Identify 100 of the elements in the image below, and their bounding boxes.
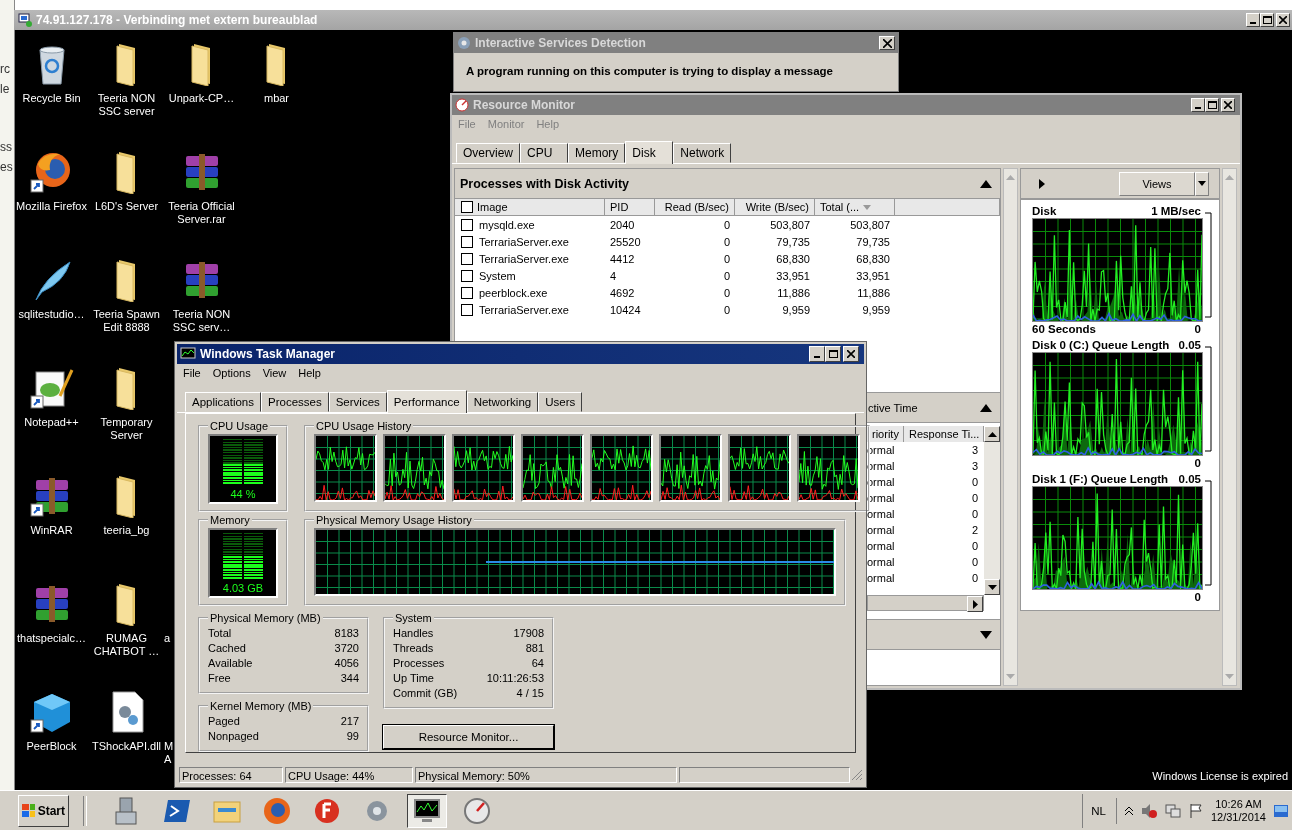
scrollbar[interactable] bbox=[1222, 168, 1237, 686]
stat-label: Nonpaged bbox=[208, 729, 259, 744]
column-header[interactable]: PID bbox=[605, 199, 655, 215]
monitor-icon bbox=[180, 347, 196, 361]
tab[interactable]: Users bbox=[538, 392, 583, 412]
stat-value: 881 bbox=[525, 641, 544, 656]
stat-label: Up Time bbox=[393, 671, 434, 686]
tab[interactable]: Overview bbox=[456, 143, 520, 163]
checkbox[interactable] bbox=[461, 269, 473, 282]
tab[interactable]: Services bbox=[328, 392, 387, 412]
table-cell: 0 bbox=[723, 286, 730, 299]
play-icon[interactable] bbox=[1039, 178, 1045, 189]
scroll-down-button[interactable] bbox=[984, 579, 1000, 595]
tab[interactable]: Processes bbox=[261, 392, 329, 412]
tab[interactable]: Memory bbox=[568, 143, 626, 163]
maximize-button[interactable] bbox=[1260, 13, 1274, 27]
icon-label: Mozilla Firefox bbox=[16, 200, 87, 213]
table-cell: 0 bbox=[971, 476, 978, 488]
column-header[interactable]: Write (B/sec) bbox=[735, 199, 815, 215]
icon-label: Teeria NON SSC serv… bbox=[171, 308, 232, 334]
scrollbar[interactable] bbox=[984, 442, 1000, 595]
resize-grip-icon[interactable] bbox=[852, 770, 862, 780]
dropdown-button[interactable] bbox=[1195, 171, 1209, 196]
tab[interactable]: Disk bbox=[625, 141, 674, 164]
flag-icon[interactable] bbox=[1188, 802, 1203, 819]
table-cell: 503,807 bbox=[770, 218, 810, 231]
window-title: Windows Task Manager bbox=[200, 347, 336, 361]
menu-item[interactable]: File bbox=[183, 367, 201, 383]
menu-item[interactable]: View bbox=[262, 367, 287, 383]
group-title: Memory bbox=[209, 514, 251, 526]
column-header[interactable]: Image bbox=[455, 199, 605, 215]
window-title: Interactive Services Detection bbox=[475, 36, 646, 50]
tab[interactable]: Applications bbox=[185, 392, 261, 412]
close-button[interactable] bbox=[1276, 13, 1290, 27]
group-title: Physical Memory Usage History bbox=[315, 514, 473, 526]
views-button[interactable]: Views bbox=[1119, 171, 1195, 196]
scroll-up-button[interactable] bbox=[984, 426, 1000, 442]
table-cell: 11,886 bbox=[777, 286, 810, 299]
table-cell: peerblock.exe bbox=[479, 286, 548, 299]
scrollbar[interactable] bbox=[1003, 168, 1018, 686]
start-button[interactable]: Start bbox=[18, 794, 69, 827]
stat-label: Total bbox=[208, 626, 232, 641]
window-text-fragment: es bbox=[0, 160, 13, 174]
icon-label: PeerBlock bbox=[26, 740, 77, 753]
tab[interactable]: CPU bbox=[520, 143, 568, 163]
stat-value: 8183 bbox=[334, 626, 359, 641]
resource-monitor-button[interactable]: Resource Monitor... bbox=[383, 725, 554, 749]
checkbox[interactable] bbox=[461, 252, 473, 265]
column-header[interactable]: Read (B/sec) bbox=[655, 199, 735, 215]
close-button[interactable] bbox=[843, 346, 859, 362]
group-title: CPU Usage bbox=[209, 420, 270, 432]
maximize-button[interactable] bbox=[825, 346, 841, 362]
arrow-right-icon bbox=[972, 599, 978, 609]
scroll-right-button[interactable] bbox=[967, 596, 983, 612]
group-title: Kernel Memory (MB) bbox=[209, 700, 313, 712]
network-icon[interactable] bbox=[1164, 802, 1181, 819]
clock-date: 12/31/2014 bbox=[1210, 810, 1266, 824]
menu-item[interactable]: Help bbox=[298, 367, 321, 383]
usage-line bbox=[384, 451, 445, 490]
windows-logo-icon bbox=[22, 803, 35, 818]
checkbox[interactable] bbox=[461, 235, 473, 248]
chevron-up-icon[interactable] bbox=[1124, 805, 1133, 816]
icon-label: Recycle Bin bbox=[22, 92, 81, 105]
checkbox[interactable] bbox=[461, 201, 473, 213]
collapse-icon[interactable] bbox=[980, 179, 992, 188]
stat-label: Cached bbox=[208, 641, 246, 656]
table-cell: ormal bbox=[867, 572, 895, 584]
section-header[interactable]: ctive Time bbox=[867, 392, 1000, 423]
show-desktop-icon[interactable] bbox=[1274, 804, 1288, 817]
checkbox[interactable] bbox=[461, 303, 473, 316]
minimize-button[interactable] bbox=[809, 346, 825, 362]
speaker-muted-icon[interactable] bbox=[1140, 802, 1157, 819]
tab[interactable]: Network bbox=[673, 143, 732, 163]
tab[interactable]: Networking bbox=[466, 392, 539, 412]
minimize-button[interactable] bbox=[1246, 13, 1260, 27]
table-cell: ormal bbox=[867, 540, 895, 552]
collapse-icon[interactable] bbox=[980, 403, 992, 412]
menu-item[interactable]: Options bbox=[212, 367, 251, 383]
clock[interactable]: 10:26 AM 12/31/2014 bbox=[1210, 797, 1266, 824]
language-indicator[interactable]: NL bbox=[1085, 797, 1117, 824]
table-cell: 0 bbox=[971, 556, 978, 568]
close-icon bbox=[882, 38, 892, 48]
icon-label: Notepad++ bbox=[24, 416, 79, 429]
kernel-line bbox=[522, 486, 583, 501]
checkbox[interactable] bbox=[461, 218, 473, 231]
table-cell: 4692 bbox=[610, 286, 635, 299]
column-header[interactable]: Total (... bbox=[815, 199, 895, 215]
tab[interactable]: Performance bbox=[386, 390, 467, 413]
kernel-line bbox=[729, 485, 790, 501]
taskbar-button[interactable] bbox=[407, 793, 447, 828]
kernel-line bbox=[453, 485, 514, 501]
section-header[interactable]: Processes with Disk Activity bbox=[455, 169, 1000, 199]
scrollbar[interactable] bbox=[867, 595, 984, 611]
window-title: 74.91.127.178 - Verbinding met extern bureaublad bbox=[36, 13, 318, 27]
stat-value: 64 bbox=[531, 656, 544, 671]
checkbox[interactable] bbox=[461, 286, 473, 299]
stat-value: 3720 bbox=[334, 641, 359, 656]
arrow-down-icon bbox=[1225, 674, 1234, 679]
expand-icon[interactable] bbox=[980, 630, 992, 639]
stat-label: Threads bbox=[393, 641, 434, 656]
